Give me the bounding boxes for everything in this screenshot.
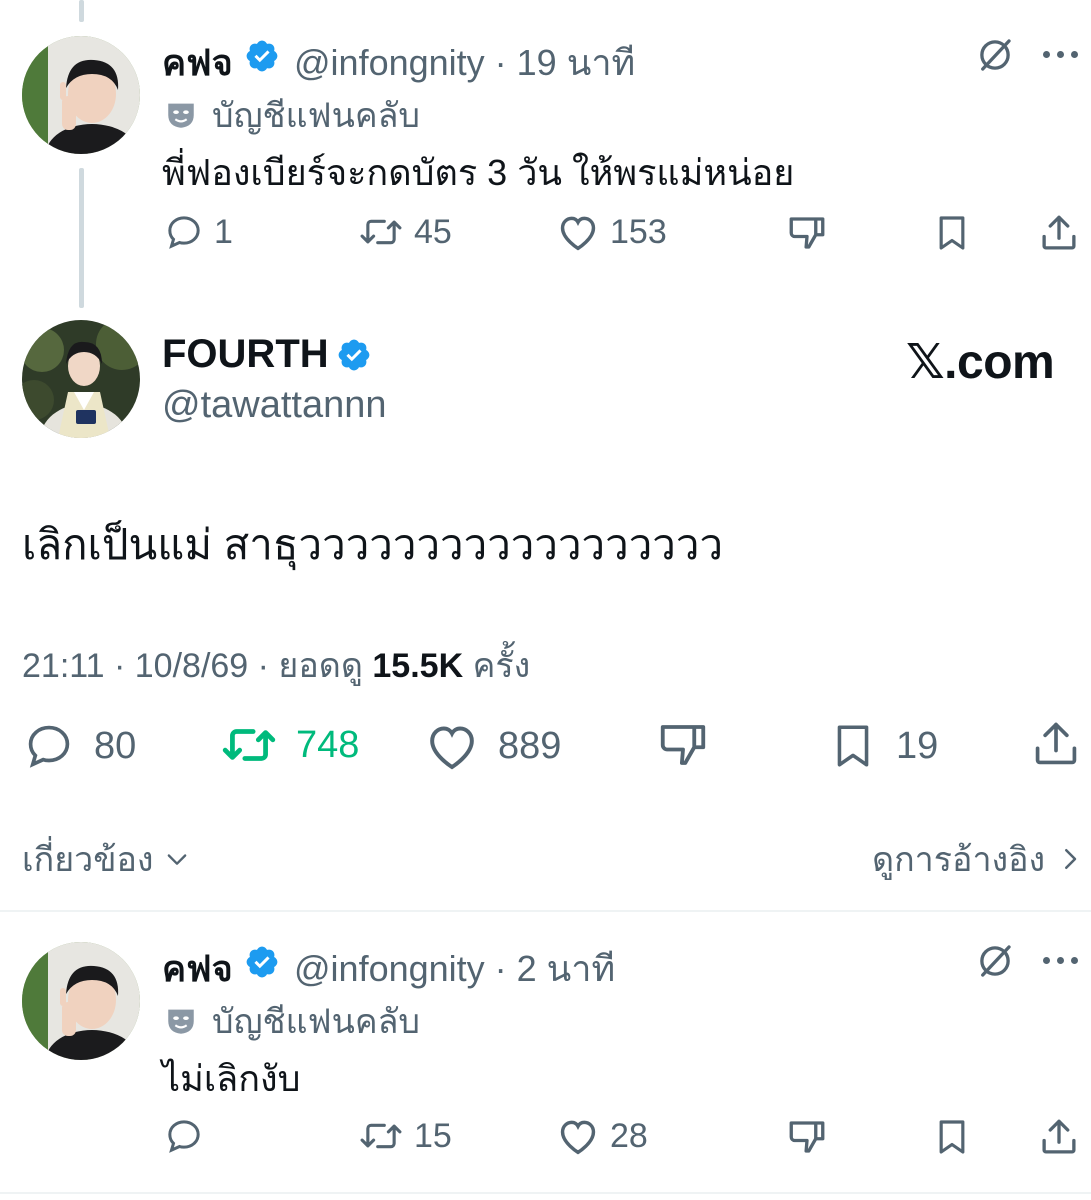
- reply1-like-count: 153: [610, 212, 667, 251]
- reply-icon: [168, 1120, 200, 1153]
- main-reply-count: 80: [94, 724, 137, 767]
- main-bookmark-count: 19: [896, 724, 939, 767]
- main-author-name[interactable]: FOURTH: [162, 332, 329, 377]
- reply2-text: ไม่เลิกงับ: [162, 1058, 301, 1099]
- reply2-like-count: 28: [610, 1116, 648, 1155]
- reply1-fan-account-label: บัญชีแฟนคลับ: [164, 88, 420, 142]
- reply1-repost-button[interactable]: 45: [358, 212, 452, 252]
- reply2-repost-button[interactable]: 15: [358, 1116, 452, 1156]
- reply1-reply-count: 1: [214, 212, 233, 251]
- fan-label-text: บัญชีแฟนคลับ: [212, 97, 421, 135]
- reply2-like-button[interactable]: 28: [556, 1116, 648, 1156]
- share-icon[interactable]: [1030, 718, 1082, 770]
- dislike-icon[interactable]: [656, 718, 710, 772]
- main-repost-count: 748: [296, 723, 360, 766]
- fan-label-text: บัญชีแฟนคลับ: [212, 1003, 421, 1041]
- reply1-like-button[interactable]: 153: [556, 212, 667, 252]
- main-views-suffix: ครั้ง: [472, 647, 531, 685]
- reply2-reply-button[interactable]: [164, 1116, 214, 1156]
- main-tweet-text: เลิกเป็นแม่ สาธุวววววววววววววววววว: [22, 521, 724, 568]
- bookmark-icon[interactable]: [932, 212, 972, 254]
- related-dropdown[interactable]: เกี่ยวข้อง: [22, 832, 191, 886]
- x-com-watermark: 𝕏.com: [906, 336, 1055, 389]
- thread-line-top: [79, 0, 84, 22]
- chevron-right-icon: [1065, 849, 1077, 869]
- repost-icon: [360, 219, 402, 245]
- dislike-icon[interactable]: [786, 1116, 828, 1158]
- view-quotes-link[interactable]: ดูการอ้างอิง: [872, 832, 1085, 886]
- view-quotes-label: ดูการอ้างอิง: [872, 841, 1046, 879]
- reply1-author-name[interactable]: คฟจ: [162, 34, 233, 91]
- main-repost-button[interactable]: 748: [220, 720, 359, 770]
- divider: [0, 910, 1091, 912]
- related-label: เกี่ยวข้อง: [22, 841, 154, 879]
- main-timestamp[interactable]: 21:11 · 10/8/69 · ยอดดู: [22, 647, 363, 685]
- main-handle[interactable]: @tawattannn: [162, 384, 387, 427]
- main-like-count: 889: [498, 724, 562, 767]
- share-icon[interactable]: [1038, 1116, 1080, 1158]
- main-views-count: 15.5K: [372, 647, 464, 685]
- avatar-infongnity[interactable]: [22, 942, 140, 1060]
- reply1-handle-text: @infongnity: [294, 42, 485, 83]
- reply2-repost-count: 15: [414, 1116, 452, 1155]
- fan-mask-icon: [168, 1009, 194, 1034]
- main-reply-button[interactable]: 80: [22, 720, 136, 772]
- like-icon: [560, 1120, 596, 1155]
- like-icon: [560, 216, 596, 251]
- fan-mask-icon: [168, 103, 194, 128]
- reply1-repost-count: 45: [414, 212, 452, 251]
- like-icon: [430, 726, 474, 770]
- avatar-infongnity[interactable]: [22, 36, 140, 154]
- reply1-timestamp[interactable]: · 19 นาที: [495, 42, 636, 83]
- reply-icon: [28, 725, 70, 768]
- verified-icon: [246, 40, 278, 72]
- more-icon[interactable]: [1038, 44, 1082, 64]
- divider-bottom: [0, 1192, 1091, 1194]
- avatar-tawattannn[interactable]: [22, 320, 140, 438]
- reply2-timestamp[interactable]: · 2 นาที: [495, 948, 616, 989]
- reply2-author-name[interactable]: คฟจ: [162, 940, 233, 997]
- reply2-handle-text: @infongnity: [294, 948, 485, 989]
- reply1-reply-button[interactable]: 1: [164, 212, 233, 252]
- reply-icon: [168, 216, 200, 249]
- reply1-text: พี่ฟองเบียร์จะกดบัตร 3 วัน ให้พรแม่หน่อย: [162, 152, 795, 193]
- repost-icon: [360, 1123, 402, 1149]
- main-like-button[interactable]: 889: [424, 720, 561, 772]
- dislike-icon[interactable]: [786, 212, 828, 254]
- bookmark-icon[interactable]: [932, 1116, 972, 1158]
- reply2-fan-account-label: บัญชีแฟนคลับ: [164, 994, 420, 1048]
- verified-icon: [246, 946, 278, 978]
- repost-icon: [222, 729, 276, 761]
- thread-line-middle: [79, 168, 84, 308]
- chevron-down-icon: [168, 854, 187, 865]
- main-tweet-meta: 21:11 · 10/8/69 · ยอดดู 15.5K ครั้ง: [22, 638, 530, 692]
- reply1-handle[interactable]: @infongnity · 19 นาที: [294, 34, 635, 91]
- more-icon[interactable]: [1038, 950, 1082, 970]
- grok-icon[interactable]: [974, 34, 1016, 76]
- main-bookmark-button[interactable]: 19: [828, 720, 938, 772]
- bookmark-icon: [837, 725, 869, 767]
- reply2-handle[interactable]: @infongnity · 2 นาที: [294, 940, 615, 997]
- grok-icon[interactable]: [974, 940, 1016, 982]
- verified-icon: [338, 339, 370, 371]
- share-icon[interactable]: [1038, 212, 1080, 254]
